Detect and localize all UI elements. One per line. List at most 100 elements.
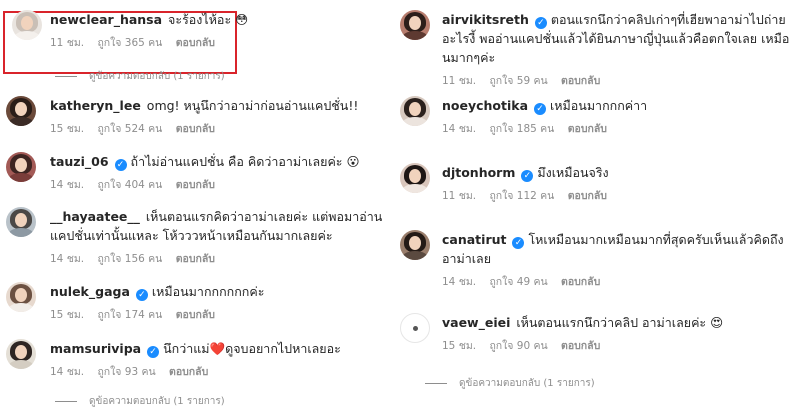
reply-button[interactable]: ตอบกลับ [169, 366, 208, 378]
comment-meta: 11 ชม. ถูกใจ 59 คน ตอบกลับ [442, 72, 796, 89]
comment-time: 14 ชม. [50, 366, 85, 378]
comment-time: 14 ชม. [442, 276, 477, 288]
comment-body: tauzi_06 ✓ ถ้าไม่อ่านแคปชั่น คือ คิดว่าอา… [50, 152, 386, 193]
comment-time: 15 ชม. [442, 340, 477, 352]
comment-username[interactable]: newclear_hansa [50, 12, 162, 27]
comment-meta: 15 ชม. ถูกใจ 174 คน ตอบกลับ [50, 306, 386, 323]
reply-button[interactable]: ตอบกลับ [561, 75, 600, 87]
comment-likes[interactable]: ถูกใจ 93 คน [97, 366, 155, 378]
comment-likes[interactable]: ถูกใจ 185 คน [489, 123, 554, 135]
comment-likes[interactable]: ถูกใจ 365 คน [97, 37, 162, 49]
reply-button[interactable]: ตอบกลับ [561, 276, 600, 288]
comment-username[interactable]: vaew_eiei [442, 315, 510, 330]
comment-username[interactable]: tauzi_06 [50, 154, 109, 169]
comment-username[interactable]: nulek_gaga [50, 284, 130, 299]
comment-text: มึงเหมือนจริง [537, 165, 609, 180]
verified-badge-icon: ✓ [114, 159, 127, 171]
divider-line [425, 382, 447, 384]
avatar[interactable] [400, 313, 430, 343]
divider-line [55, 400, 77, 402]
comment-time: 14 ชม. [50, 179, 85, 191]
comment-body: noeychotika ✓ เหมือนมากกกค่าา 14 ชม. ถูกใ… [442, 96, 796, 137]
comment-username[interactable]: __hayaatee__ [50, 209, 140, 224]
comment-body: airvikitsreth ✓ ตอนแรกนึกว่าคลิปเก่าๆที่เ… [442, 10, 796, 89]
comment-likes[interactable]: ถูกใจ 404 คน [97, 179, 162, 191]
comment-likes[interactable]: ถูกใจ 156 คน [97, 253, 162, 265]
comment-meta: 14 ชม. ถูกใจ 49 คน ตอบกลับ [442, 273, 796, 290]
view-replies-link[interactable]: ดูข้อความตอบกลับ (1 รายการ) [55, 394, 225, 409]
avatar[interactable] [400, 10, 430, 40]
comment-text: เห็นตอนแรกนึกว่าคลิป อาม่าเลยค่ะ 😍 [516, 315, 724, 330]
comment-likes[interactable]: ถูกใจ 90 คน [489, 340, 547, 352]
comment-meta: 14 ชม. ถูกใจ 93 คน ตอบกลับ [50, 363, 386, 380]
avatar[interactable] [6, 339, 36, 369]
view-replies-label: ดูข้อความตอบกลับ (1 รายการ) [89, 396, 225, 407]
comment-body: katheryn_lee omg! หนูนึกว่าอาม่าก่อนอ่าน… [50, 96, 386, 137]
avatar[interactable] [6, 207, 36, 237]
verified-badge-icon: ✓ [534, 103, 547, 115]
comment-body: canatirut ✓ โหเหมือนมากเหมือนมากที่สุดครั… [442, 230, 796, 290]
comment-body: __hayaatee__ เห็นตอนแรกคิดว่าอาม่าเลยค่ะ… [50, 207, 386, 267]
reply-button[interactable]: ตอบกลับ [568, 190, 607, 202]
comment-username[interactable]: katheryn_lee [50, 98, 141, 113]
comment-text: นึกว่าแม่❤️ดูจบอยากไปหาเลยอะ [163, 341, 341, 356]
comment-time: 14 ชม. [50, 253, 85, 265]
comment-time: 14 ชม. [442, 123, 477, 135]
reply-button[interactable]: ตอบกลับ [176, 179, 215, 191]
view-replies-link[interactable]: ดูข้อความตอบกลับ (1 รายการ) [425, 376, 595, 391]
comment-meta: 15 ชม. ถูกใจ 524 คน ตอบกลับ [50, 120, 386, 137]
verified-badge-icon: ✓ [512, 237, 525, 249]
comment-time: 11 ชม. [50, 37, 85, 49]
comment-username[interactable]: mamsurivipa [50, 341, 141, 356]
comment-text: จะร้องไห้อะ 😳 [168, 12, 249, 27]
verified-badge-icon: ✓ [135, 289, 148, 301]
verified-badge-icon: ✓ [534, 17, 547, 29]
verified-badge-icon: ✓ [521, 170, 534, 182]
comment-meta: 14 ชม. ถูกใจ 185 คน ตอบกลับ [442, 120, 796, 137]
reply-button[interactable]: ตอบกลับ [176, 309, 215, 321]
comment-text: เหมือนมากกกค่าา [550, 98, 648, 113]
reply-button[interactable]: ตอบกลับ [176, 37, 215, 49]
comment-body: newclear_hansa จะร้องไห้อะ 😳 11 ชม. ถูกใ… [50, 10, 386, 51]
comment-body: vaew_eiei เห็นตอนแรกนึกว่าคลิป อาม่าเลยค… [442, 313, 796, 354]
comment-likes[interactable]: ถูกใจ 59 คน [489, 75, 547, 87]
comment-meta: 11 ชม. ถูกใจ 365 คน ตอบกลับ [50, 34, 386, 51]
comment-time: 11 ชม. [442, 190, 477, 202]
comment-text: omg! หนูนึกว่าอาม่าก่อนอ่านแคปชั่น!! [146, 98, 359, 113]
view-replies-label: ดูข้อความตอบกลับ (1 รายการ) [459, 378, 595, 389]
avatar[interactable] [12, 10, 42, 40]
comment-username[interactable]: noeychotika [442, 98, 528, 113]
comment-time: 15 ชม. [50, 309, 85, 321]
comment-body: djtonhorm ✓ มึงเหมือนจริง 11 ชม. ถูกใจ 11… [442, 163, 796, 204]
avatar[interactable] [6, 282, 36, 312]
comment-username[interactable]: airvikitsreth [442, 12, 529, 27]
avatar[interactable] [400, 230, 430, 260]
comment-meta: 15 ชม. ถูกใจ 90 คน ตอบกลับ [442, 337, 796, 354]
avatar[interactable] [400, 163, 430, 193]
view-replies-link[interactable]: ดูข้อความตอบกลับ (1 รายการ) [55, 69, 225, 84]
reply-button[interactable]: ตอบกลับ [176, 123, 215, 135]
reply-button[interactable]: ตอบกลับ [561, 340, 600, 352]
avatar[interactable] [6, 96, 36, 126]
comment-text: ถ้าไม่อ่านแคปชั่น คือ คิดว่าอาม่าเลยค่ะ … [130, 154, 360, 169]
reply-button[interactable]: ตอบกลับ [176, 253, 215, 265]
comment-time: 11 ชม. [442, 75, 477, 87]
comment-meta: 14 ชม. ถูกใจ 404 คน ตอบกลับ [50, 176, 386, 193]
comment-likes[interactable]: ถูกใจ 174 คน [97, 309, 162, 321]
comment-likes[interactable]: ถูกใจ 524 คน [97, 123, 162, 135]
comment-username[interactable]: canatirut [442, 232, 506, 247]
comment-text: เหมือนมากกกกกกค่ะ [151, 284, 265, 299]
comment-body: mamsurivipa ✓ นึกว่าแม่❤️ดูจบอยากไปหาเลยอ… [50, 339, 386, 380]
view-replies-label: ดูข้อความตอบกลับ (1 รายการ) [89, 71, 225, 82]
comment-body: nulek_gaga ✓ เหมือนมากกกกกกค่ะ 15 ชม. ถูก… [50, 282, 386, 323]
verified-badge-icon: ✓ [147, 346, 160, 358]
comment-likes[interactable]: ถูกใจ 49 คน [489, 276, 547, 288]
comment-time: 15 ชม. [50, 123, 85, 135]
reply-button[interactable]: ตอบกลับ [568, 123, 607, 135]
comment-likes[interactable]: ถูกใจ 112 คน [489, 190, 554, 202]
comment-meta: 14 ชม. ถูกใจ 156 คน ตอบกลับ [50, 250, 386, 267]
comment-meta: 11 ชม. ถูกใจ 112 คน ตอบกลับ [442, 187, 796, 204]
avatar[interactable] [6, 152, 36, 182]
comment-username[interactable]: djtonhorm [442, 165, 515, 180]
avatar[interactable] [400, 96, 430, 126]
